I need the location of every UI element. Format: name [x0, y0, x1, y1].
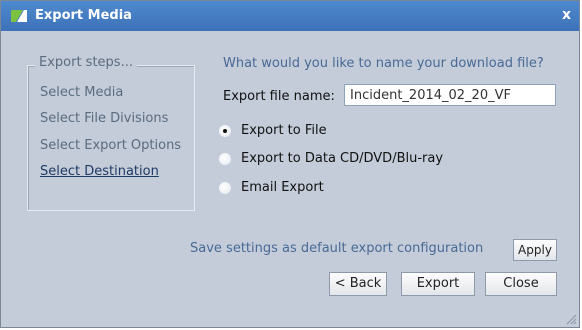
radio-export-to-disc[interactable] — [219, 153, 231, 165]
title-bar[interactable]: Export Media x — [1, 1, 579, 31]
apply-button[interactable]: Apply — [513, 239, 557, 261]
step-select-export-options[interactable]: Select Export Options — [40, 138, 181, 153]
back-button[interactable]: < Back — [329, 272, 387, 296]
option-export-to-disc-label: Export to Data CD/DVD/Blu-ray — [241, 151, 444, 166]
option-email-export-label: Email Export — [241, 180, 324, 195]
export-file-name-label: Export file name: — [223, 89, 335, 104]
radio-email-export[interactable] — [219, 182, 231, 194]
step-select-media[interactable]: Select Media — [40, 85, 123, 100]
filename-question: What would you like to name your downloa… — [223, 56, 544, 71]
close-icon[interactable]: x — [562, 7, 571, 23]
resize-grip-icon[interactable] — [563, 311, 577, 325]
option-export-to-file-label: Export to File — [241, 123, 327, 138]
step-select-file-divisions[interactable]: Select File Divisions — [40, 111, 168, 126]
export-steps-legend: Export steps... — [35, 55, 137, 70]
radio-export-to-file[interactable] — [219, 125, 231, 137]
step-select-destination[interactable]: Select Destination — [40, 164, 159, 179]
export-media-dialog: Export Media x Export steps... Select Me… — [0, 0, 580, 328]
app-logo-icon — [11, 10, 27, 22]
window-title: Export Media — [35, 8, 132, 23]
export-button[interactable]: Export — [401, 272, 475, 296]
export-file-name-input[interactable] — [344, 84, 556, 106]
close-button[interactable]: Close — [485, 272, 557, 296]
save-default-text: Save settings as default export configur… — [190, 241, 484, 256]
